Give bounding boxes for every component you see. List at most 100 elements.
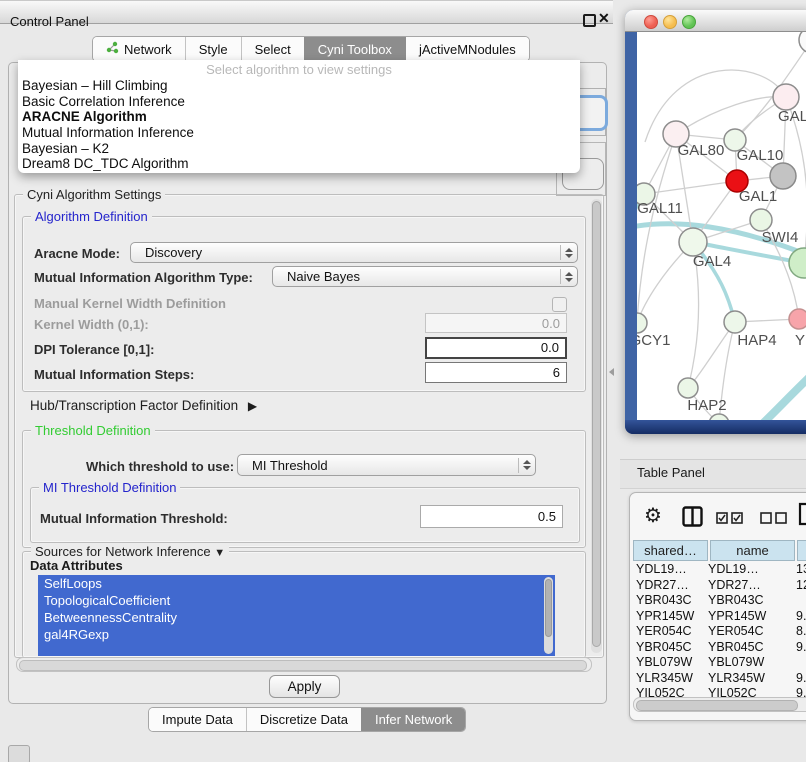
cyni-settings-title: Cyni Algorithm Settings — [23, 187, 165, 202]
node-label: GAL11 — [637, 200, 683, 217]
manual-kernel-label: Manual Kernel Width Definition — [34, 296, 226, 311]
attribute-item-selfloops[interactable]: SelfLoops — [38, 575, 555, 592]
mi-steps-label: Mutual Information Steps: — [34, 367, 194, 382]
column-header-name[interactable]: name — [710, 540, 795, 561]
settings-vertical-scrollbar[interactable] — [591, 199, 602, 653]
hub-section-label: Hub/Transcription Factor Definition — [30, 398, 238, 413]
attributes-scrollbar-thumb[interactable] — [545, 579, 552, 637]
data-attributes-list[interactable]: SelfLoopsTopologicalCoefficientBetweenne… — [38, 575, 555, 656]
table-horizontal-scrollbar[interactable] — [633, 697, 806, 712]
node-label: HAP2 — [687, 397, 726, 414]
table-row[interactable]: YER054CYER054C8. — [633, 624, 806, 640]
dropdown-item-aracne-algorithm[interactable]: ARACNE Algorithm — [18, 109, 580, 125]
tab-network[interactable]: Network — [93, 37, 185, 61]
aracne-mode-combo[interactable]: Discovery — [130, 242, 578, 263]
panel-resize-handle[interactable] — [609, 368, 614, 376]
attribute-item-topologicalcoefficient[interactable]: TopologicalCoefficient — [38, 592, 555, 609]
network-graph: GALGAL80GAL10GAL1GAL11SWI4GAL4GCY1HAP4YH… — [625, 10, 806, 434]
table-cell: YBR045C — [633, 640, 708, 656]
split-columns-icon[interactable] — [682, 506, 703, 527]
node-label: SWI4 — [762, 229, 799, 246]
table-cell: 12 — [793, 578, 806, 594]
table-hscrollbar-thumb[interactable] — [636, 700, 798, 711]
table-cell: YDR27… — [633, 578, 708, 594]
table-cell: YLR345W — [633, 671, 708, 687]
network-node-swi4[interactable] — [750, 209, 772, 231]
network-node[interactable] — [770, 163, 796, 189]
dpi-tolerance-label: DPI Tolerance [0,1]: — [34, 342, 154, 357]
attributes-scrollbar[interactable] — [544, 577, 553, 654]
which-threshold-combo[interactable]: MI Threshold — [237, 454, 536, 476]
column-header-shared[interactable]: shared… — [633, 540, 708, 561]
tab-impute-data[interactable]: Impute Data — [149, 708, 246, 731]
network-node-hap2[interactable] — [678, 378, 698, 398]
tab-infer-network[interactable]: Infer Network — [361, 708, 465, 731]
float-window-icon[interactable] — [583, 14, 596, 27]
dropdown-placeholder: Select algorithm to view settings — [18, 60, 580, 78]
network-view-window: GALGAL80GAL10GAL1GAL11SWI4GAL4GCY1HAP4YH… — [625, 10, 806, 434]
apply-button[interactable]: Apply — [269, 675, 340, 698]
settings-hscrollbar-thumb[interactable] — [19, 660, 587, 671]
network-node-y[interactable] — [789, 309, 806, 329]
table-row[interactable]: YDR27…YDR27…12 — [633, 578, 806, 594]
table-cell: 9. — [793, 609, 806, 625]
network-node[interactable] — [799, 27, 806, 53]
table-row[interactable]: YDL19…YDL19…13 — [633, 562, 806, 578]
attribute-item-gal4rgexp[interactable]: gal4RGexp — [38, 626, 555, 643]
close-icon[interactable]: ✕ — [598, 10, 610, 27]
checked-columns-icon[interactable] — [716, 512, 744, 524]
tab-jactivemnodules[interactable]: jActiveMNodules — [405, 37, 529, 61]
control-panel-titlebar: Control Panel ✕ — [0, 0, 613, 24]
dpi-tolerance-field[interactable]: 0.0 — [425, 337, 567, 359]
unchecked-columns-icon[interactable] — [760, 512, 788, 524]
attribute-item-betweennesscentrality[interactable]: BetweennessCentrality — [38, 609, 555, 626]
table-row[interactable]: YBR045CYBR045C9. — [633, 640, 806, 656]
collapsed-panel-icon[interactable] — [8, 745, 30, 762]
tab-select[interactable]: Select — [241, 37, 304, 61]
column-header-cut[interactable] — [797, 540, 806, 561]
dropdown-item-bayesian-hill-climbing[interactable]: Bayesian – Hill Climbing — [18, 78, 580, 94]
tab-discretize-data[interactable]: Discretize Data — [246, 708, 361, 731]
network-node[interactable] — [789, 248, 806, 278]
dropdown-item-basic-correlation-inference[interactable]: Basic Correlation Inference — [18, 94, 580, 110]
dropdown-item-bayesian-k2[interactable]: Bayesian – K2 — [18, 141, 580, 157]
table-row[interactable]: YBR043CYBR043C — [633, 593, 806, 609]
tab-label: Network — [124, 42, 172, 57]
table-row[interactable]: YLR345WYLR345W9. — [633, 671, 806, 687]
network-node[interactable] — [709, 414, 729, 434]
gear-icon[interactable]: ⚙ — [644, 503, 662, 528]
tab-cyni-toolbox[interactable]: Cyni Toolbox — [304, 37, 405, 61]
mi-threshold-group-title: MI Threshold Definition — [39, 480, 180, 495]
table-row[interactable]: YIL052CYIL052C9. — [633, 686, 806, 697]
export-table-icon[interactable] — [798, 502, 806, 526]
settings-scrollbar-thumb[interactable] — [592, 201, 601, 647]
network-node-gal[interactable] — [773, 84, 799, 110]
hub-section-row[interactable]: Hub/Transcription Factor Definition ▶ — [30, 398, 257, 413]
table-row[interactable]: YBL079WYBL079W — [633, 655, 806, 671]
node-label: GCY1 — [630, 332, 671, 349]
settings-horizontal-scrollbar[interactable] — [16, 657, 592, 672]
table-header-row: shared…name — [633, 540, 806, 561]
network-node-gal4[interactable] — [679, 228, 707, 256]
dropdown-item-mutual-information-inference[interactable]: Mutual Information Inference — [18, 125, 580, 141]
table-cell: 13 — [793, 562, 806, 578]
tab-label: jActiveMNodules — [419, 42, 516, 57]
mi-steps-field[interactable]: 6 — [425, 362, 567, 383]
table-cell: YBR043C — [708, 593, 793, 609]
node-label: GAL10 — [737, 147, 784, 164]
node-label: Y — [795, 332, 805, 349]
mi-type-combo[interactable]: Naive Bayes — [272, 266, 578, 287]
control-panel-tab-bar: Network StyleSelectCyni Toolbox jActiveMNo… — [92, 36, 530, 62]
network-node-gcy1[interactable] — [627, 313, 647, 333]
expanded-arrow-icon[interactable]: ▼ — [214, 547, 225, 559]
collapsed-arrow-icon[interactable]: ▶ — [248, 399, 257, 413]
which-threshold-value: MI Threshold — [238, 458, 518, 473]
dropdown-item-dream8-dc-tdc-algorithm[interactable]: Dream8 DC_TDC Algorithm — [18, 156, 580, 172]
network-node-hap4[interactable] — [724, 311, 746, 333]
screen: Control Panel ✕ Network StyleSelectCyni T… — [0, 0, 806, 762]
control-panel-title: Control Panel — [10, 12, 89, 31]
table-row[interactable]: YPR145WYPR145W9. — [633, 609, 806, 625]
table-cell: YBL079W — [708, 655, 793, 671]
tab-style[interactable]: Style — [185, 37, 241, 61]
mi-threshold-field[interactable]: 0.5 — [420, 505, 563, 528]
